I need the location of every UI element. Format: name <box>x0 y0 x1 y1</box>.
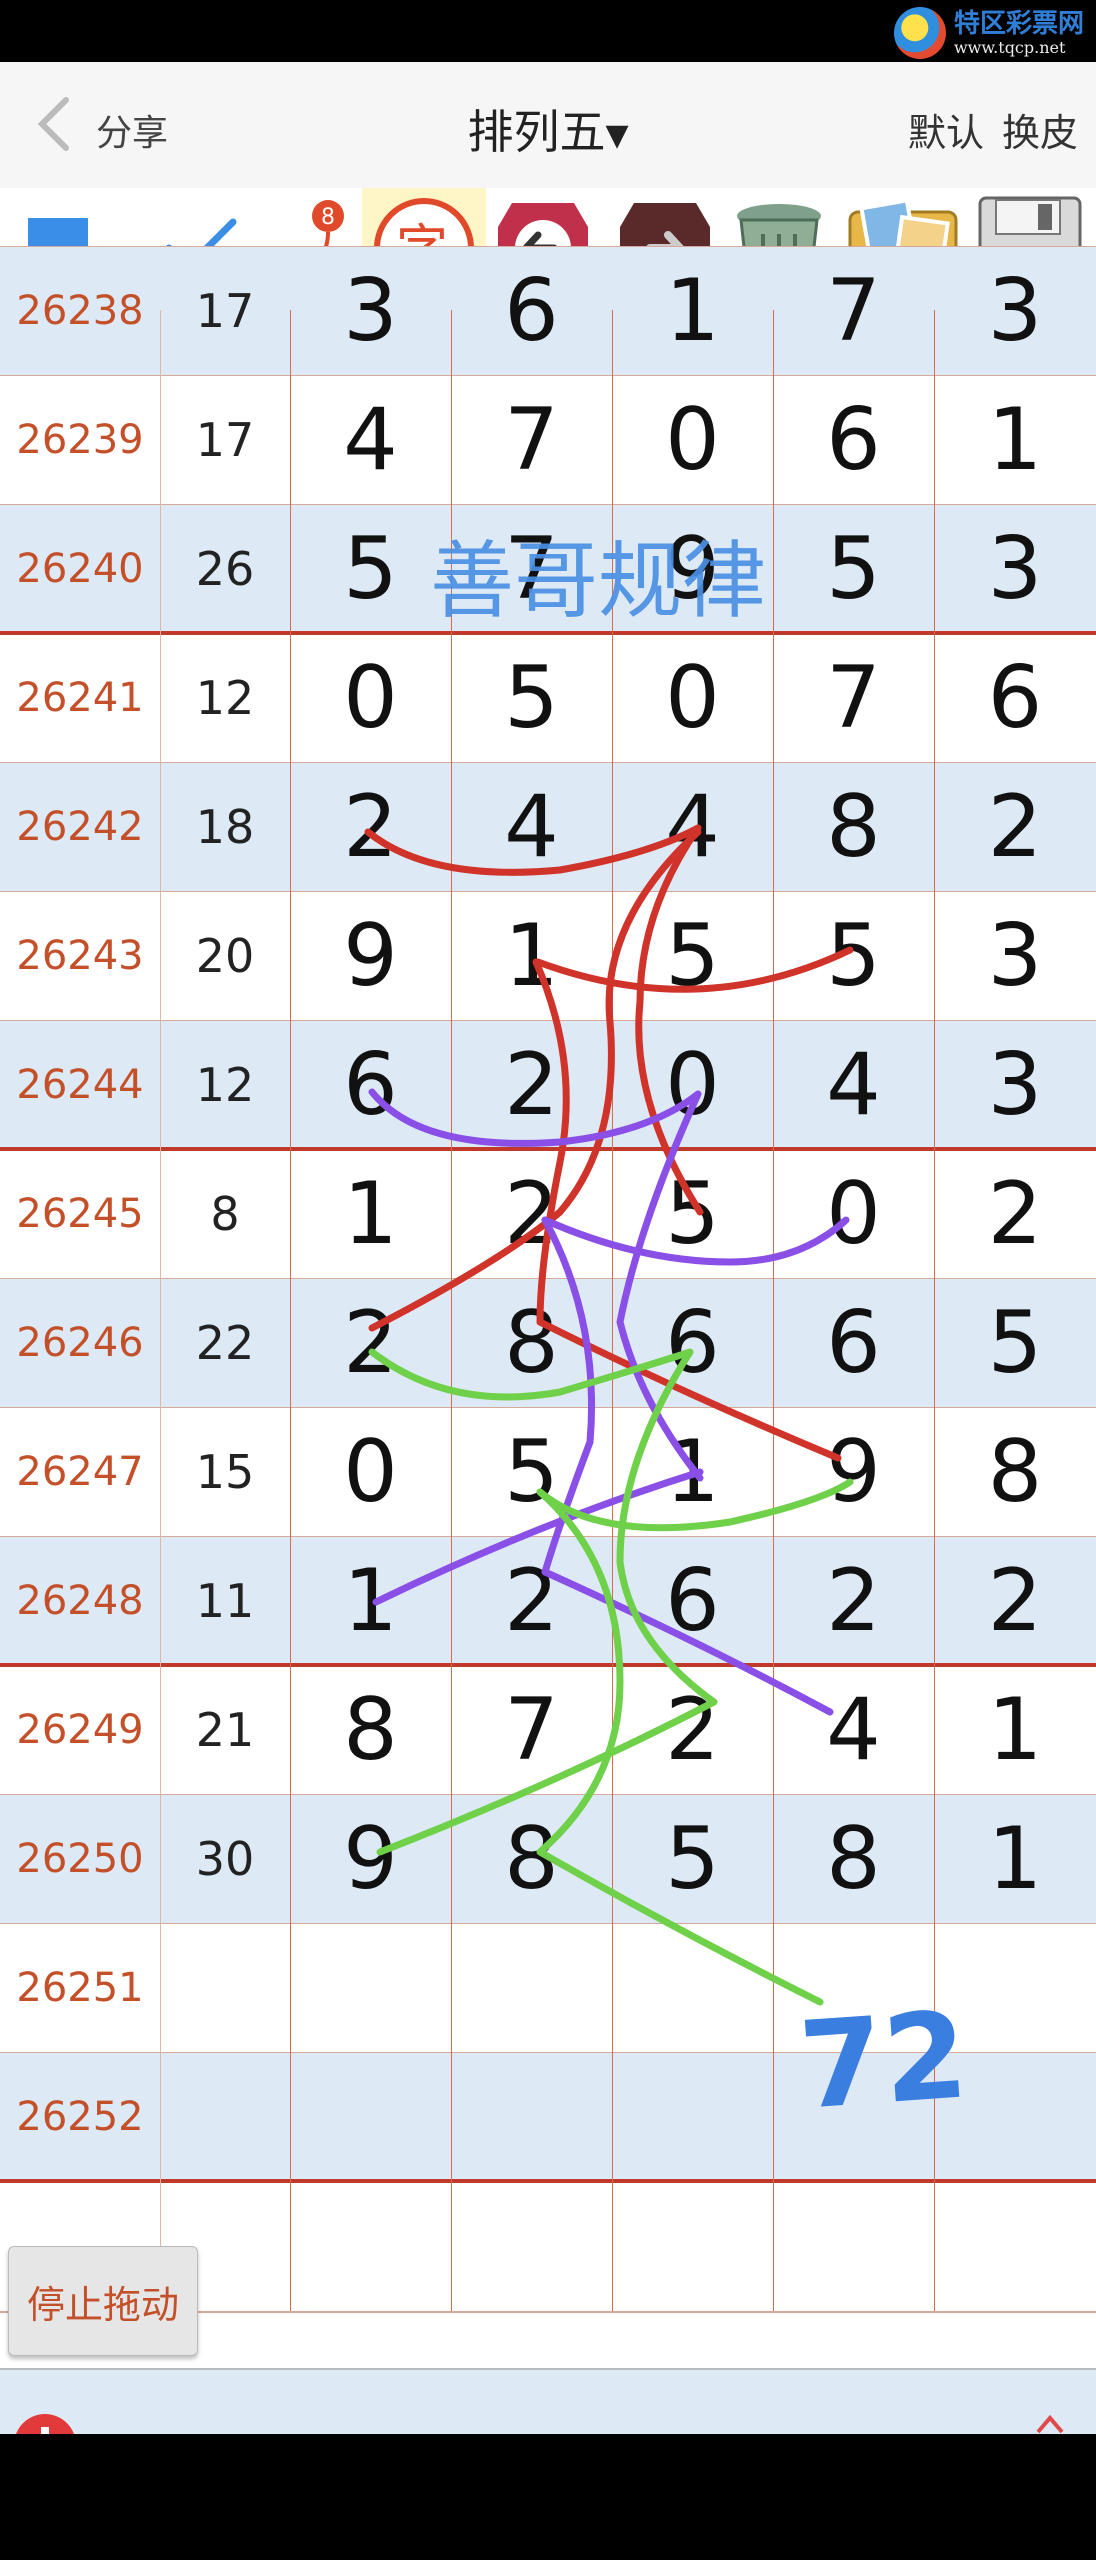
status-bar: 特区彩票网 www.tqcp.net <box>0 0 1096 62</box>
green-stroke <box>536 1478 854 1532</box>
add-plus-icon[interactable] <box>14 2414 76 2434</box>
watermark: 特区彩票网 www.tqcp.net <box>893 6 1084 60</box>
handwritten-annotation: 72 <box>795 1986 972 2137</box>
app-screen: 分享 排列五▼ 默认 换皮 8 6 <box>0 62 1096 2434</box>
bottom-bar <box>0 2368 1096 2434</box>
red-stroke <box>534 946 854 993</box>
watermark-title: 特区彩票网 <box>953 8 1084 39</box>
green-stroke <box>536 1488 824 2006</box>
watermark-url: www.tqcp.net <box>953 37 1066 57</box>
watermark-logo-icon <box>893 7 946 59</box>
purple-stroke <box>541 1216 850 1266</box>
scroll-updown-icon[interactable] <box>1030 2414 1070 2434</box>
stop-drag-button[interactable]: 停止拖动 <box>8 2246 198 2356</box>
